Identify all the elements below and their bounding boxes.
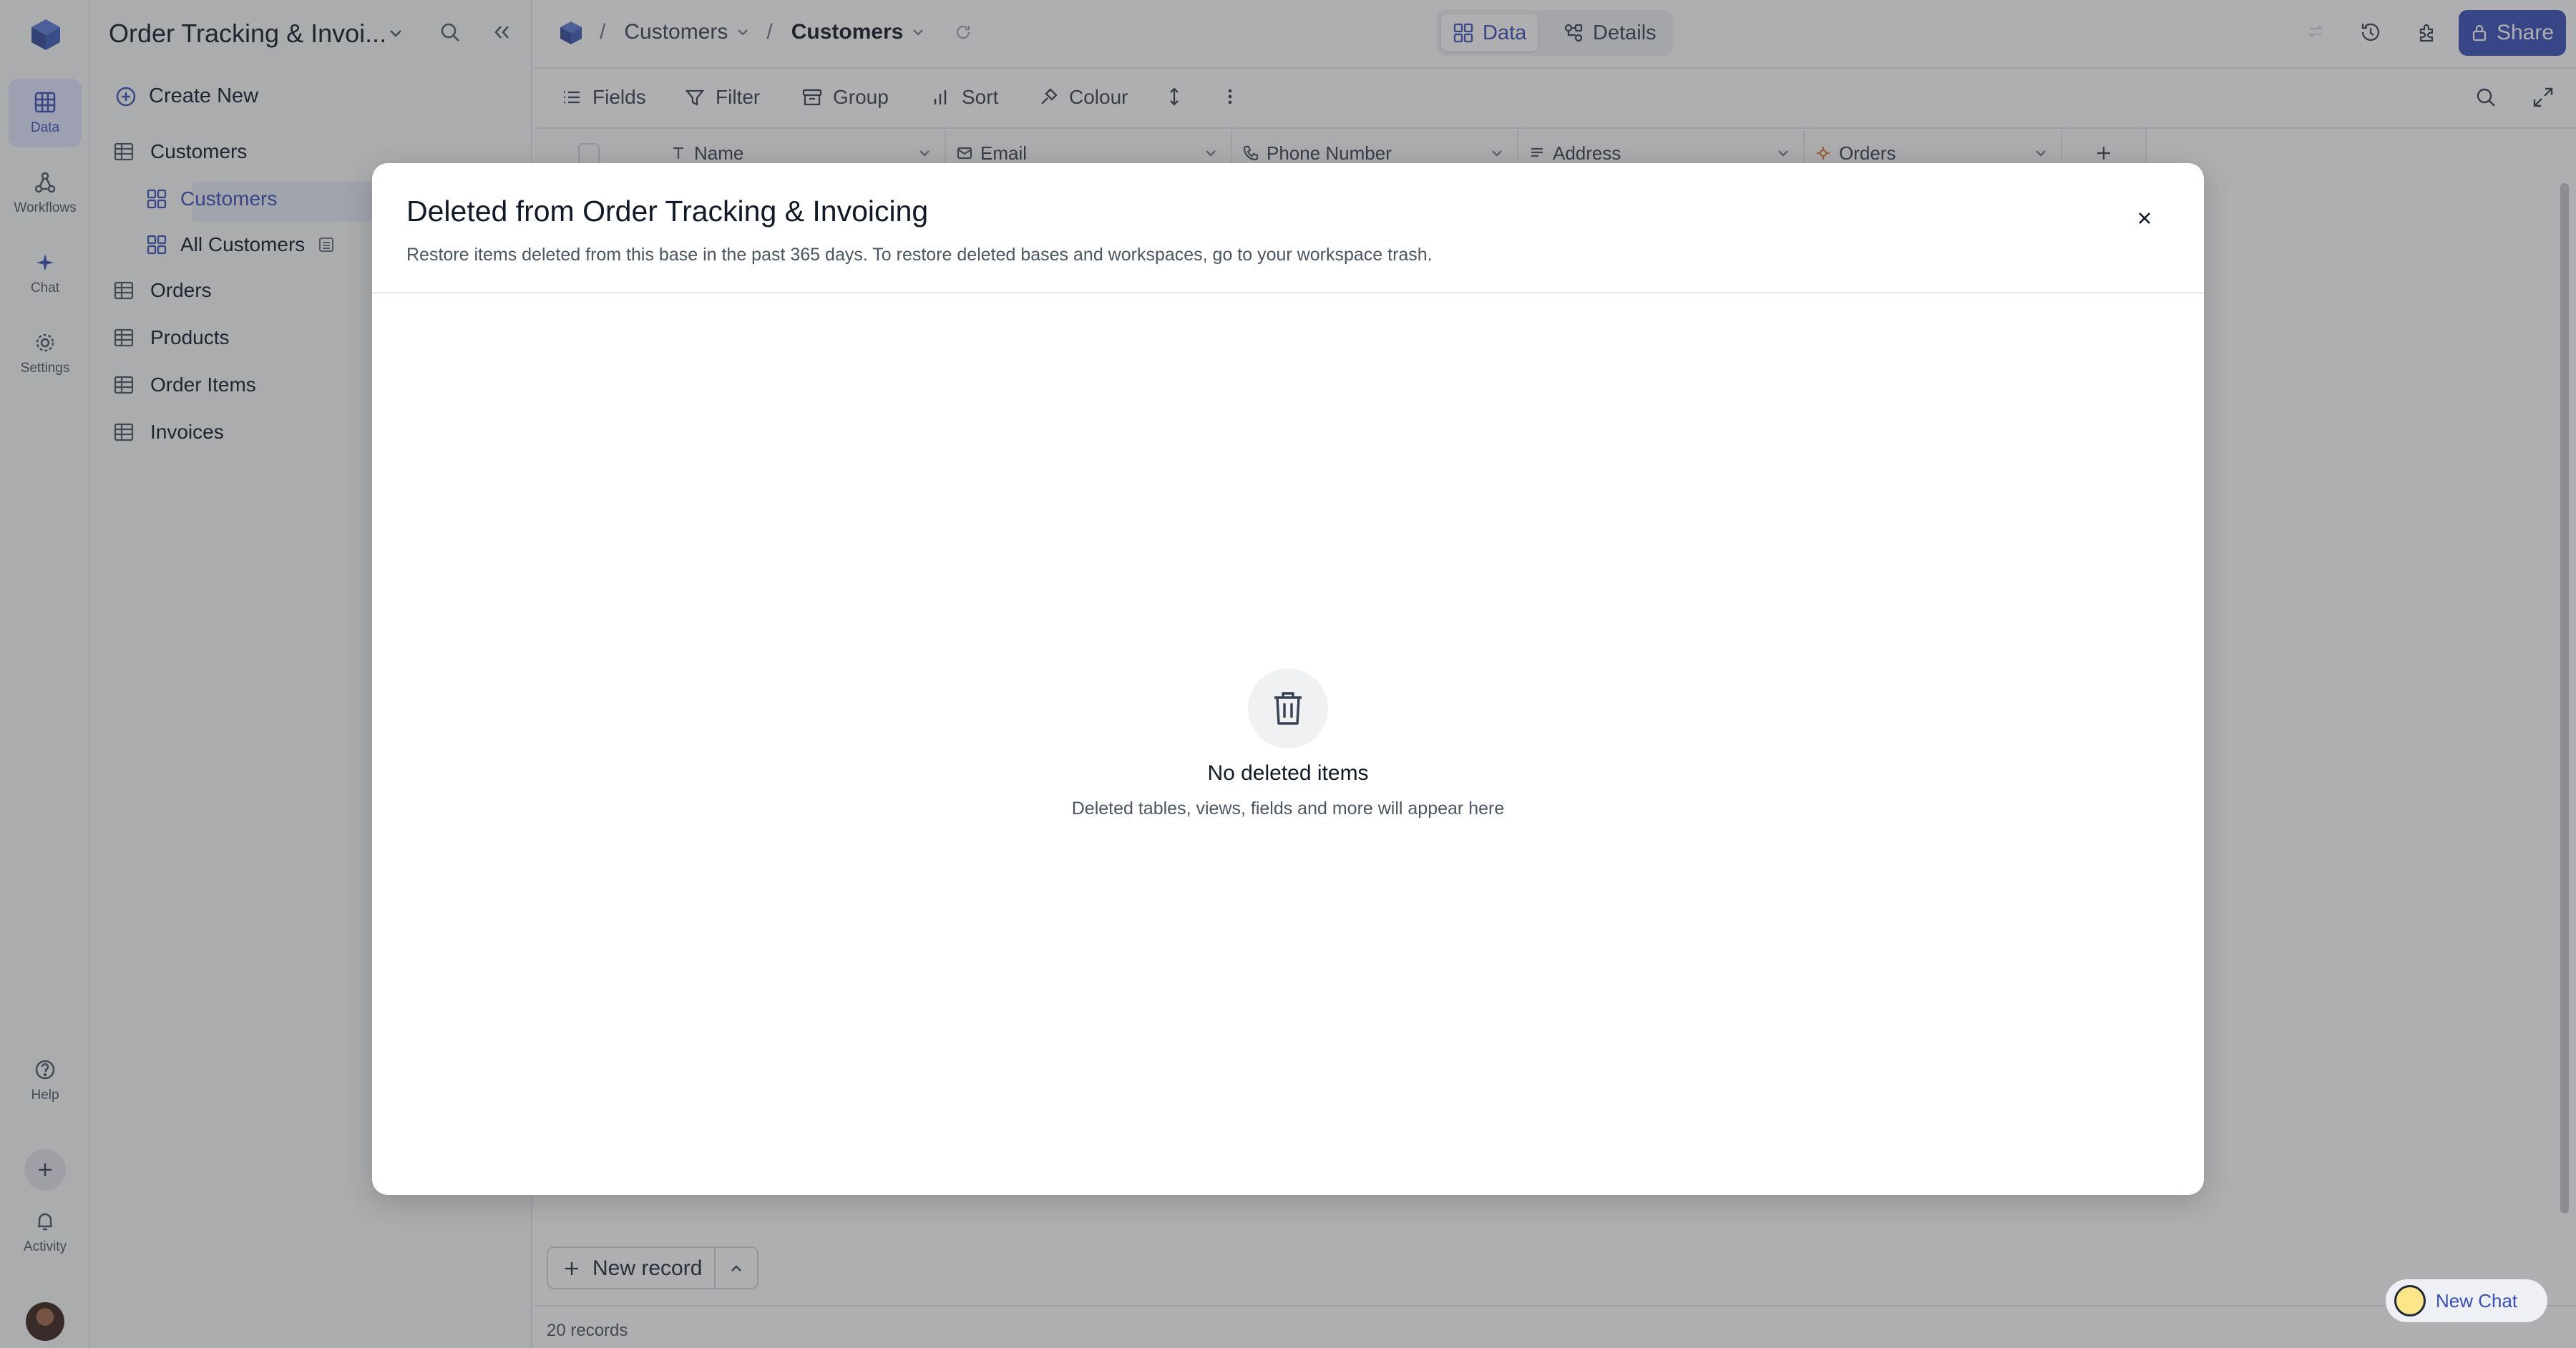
- trash-icon: [1274, 692, 1302, 725]
- new-chat-button[interactable]: New Chat: [2386, 1279, 2547, 1322]
- chat-bot-icon: [2394, 1285, 2426, 1317]
- divider: [372, 292, 2204, 293]
- close-icon: [2139, 213, 2150, 224]
- empty-state-subtitle: Deleted tables, views, fields and more w…: [1071, 798, 1505, 819]
- close-button[interactable]: [2129, 203, 2160, 233]
- dialog-subtitle: Restore items deleted from this base in …: [406, 245, 1433, 265]
- empty-state-title: No deleted items: [1207, 761, 1369, 785]
- deleted-items-dialog: Deleted from Order Tracking & Invoicing …: [372, 163, 2204, 1195]
- empty-state-badge: [1248, 668, 1328, 748]
- dialog-title: Deleted from Order Tracking & Invoicing: [406, 195, 929, 228]
